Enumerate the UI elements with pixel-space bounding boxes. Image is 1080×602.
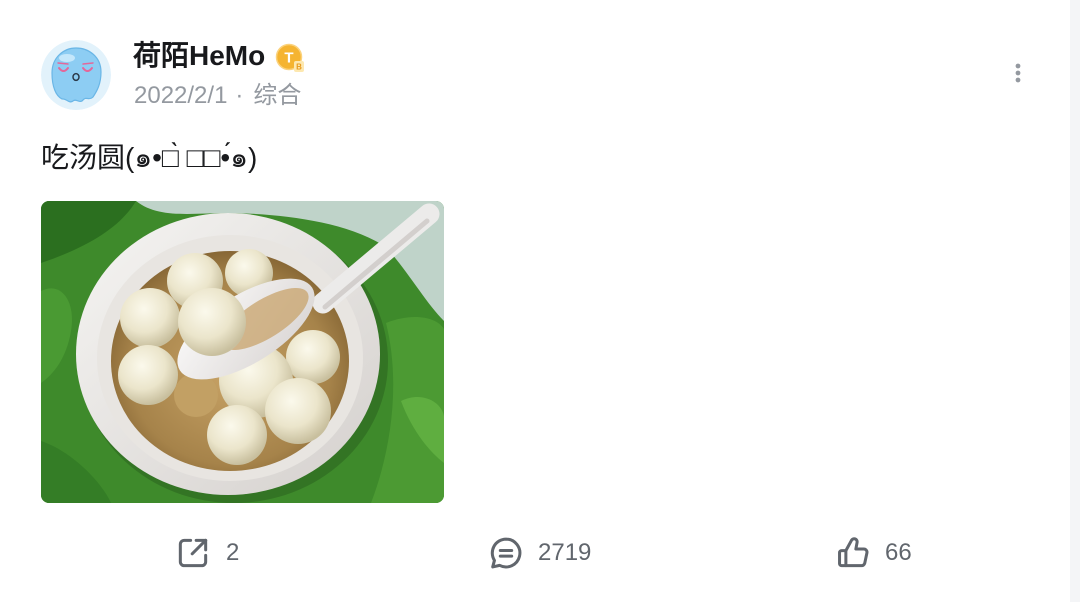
tangyuan [174, 373, 218, 417]
more-vertical-icon [1015, 63, 1021, 83]
tangyuan [207, 405, 267, 465]
more-menu-button[interactable] [1011, 60, 1025, 88]
like-count: 66 [885, 539, 912, 566]
like-icon [838, 537, 869, 568]
like-icon-thumb [844, 537, 869, 568]
tangyuan [120, 288, 180, 348]
post-image[interactable] [41, 201, 444, 503]
comment-count: 2719 [538, 539, 592, 566]
more-dot [1015, 70, 1021, 76]
avatar-left-brow [57, 62, 69, 65]
author-name[interactable]: 荷陌HeMo [133, 38, 265, 74]
badge-letter: T [284, 50, 293, 67]
tangyuan [265, 378, 331, 444]
badge-sub-letter: B [296, 63, 302, 72]
post-category: 综合 [253, 82, 302, 109]
tangyuan [286, 330, 340, 384]
share-icon [178, 538, 208, 568]
comment-button[interactable]: 2719 [487, 534, 591, 572]
meta-separator: · [235, 82, 244, 109]
avatar-character-body [51, 47, 102, 103]
avatar-icon [41, 40, 111, 110]
like-icon-cuff [838, 549, 848, 568]
author-avatar[interactable] [41, 40, 111, 110]
share-count: 2 [226, 539, 240, 566]
post-card: 荷陌HeMo T B 2022/2/1 · 综合 吃汤圆(๑•□̀ □□•́๑) [0, 0, 1070, 602]
share-icon-arrow-line [190, 538, 208, 556]
more-dot [1015, 77, 1021, 83]
comment-icon-bubble [490, 537, 522, 569]
share-button[interactable]: 2 [174, 534, 239, 572]
level-badge: T B [275, 43, 305, 73]
tangyuan [118, 345, 178, 405]
avatar-right-brow [82, 62, 94, 65]
level-badge-icon: T B [275, 43, 304, 72]
comment-icon [490, 537, 522, 569]
post-photo [41, 201, 444, 503]
post-meta: 2022/2/1 · 综合 [134, 81, 301, 111]
like-button[interactable]: 66 [834, 534, 912, 572]
tangyuan-in-spoon [178, 288, 246, 356]
post-text: 吃汤圆(๑•□̀ □□•́๑) [41, 142, 258, 173]
post-date: 2022/2/1 [134, 82, 228, 109]
more-dot [1015, 63, 1021, 69]
avatar-highlight [59, 54, 75, 62]
